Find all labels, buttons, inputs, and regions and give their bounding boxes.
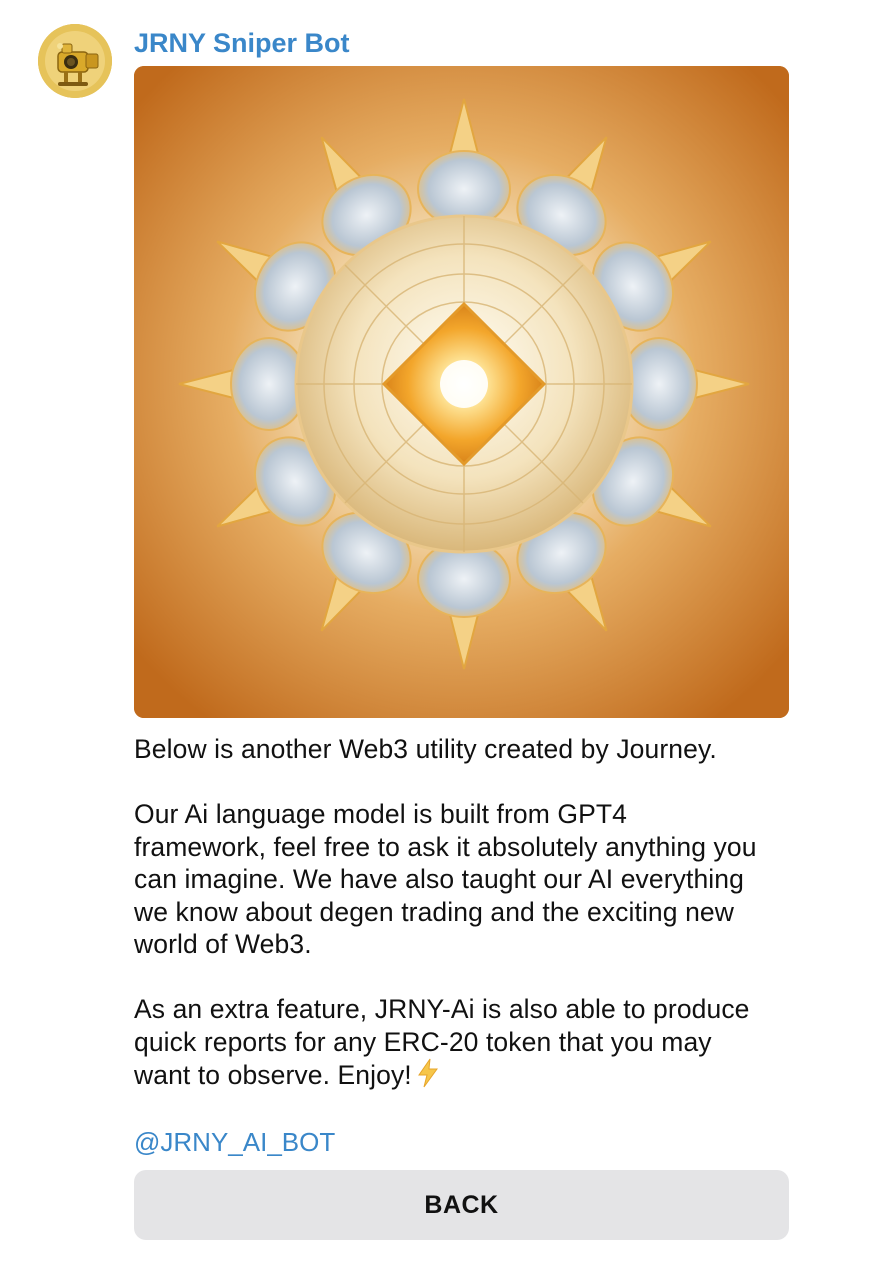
- message-line: we know about degen trading and the exci…: [134, 896, 734, 927]
- message-line-with-emoji: want to observe. Enjoy!: [134, 1058, 804, 1096]
- sender-name[interactable]: JRNY Sniper Bot: [134, 27, 350, 59]
- bot-avatar[interactable]: [38, 24, 112, 98]
- message-line: Our Ai language model is built from GPT4: [134, 799, 628, 829]
- message-line: want to observe. Enjoy!: [134, 1060, 412, 1090]
- message-line: As an extra feature, JRNY-Ai is also abl…: [134, 994, 750, 1024]
- telegram-message: JRNY Sniper Bot Below is another Web3 ut…: [0, 0, 877, 1280]
- message-text: Below is another Web3 utility created by…: [134, 733, 804, 1096]
- message-line: Below is another Web3 utility created by…: [134, 734, 717, 764]
- message-line: framework, feel free to ask it absolutel…: [134, 831, 757, 862]
- message-image[interactable]: [134, 66, 789, 718]
- message-line: can imagine. We have also taught our AI …: [134, 864, 744, 894]
- mandala-artwork: [134, 66, 789, 718]
- message-line: world of Web3.: [134, 929, 312, 959]
- message-line: quick reports for any ERC-20 token that …: [134, 1026, 712, 1057]
- bot-mention-link[interactable]: @JRNY_AI_BOT: [134, 1126, 335, 1158]
- camera-robot-icon: [38, 24, 112, 98]
- lightning-bolt-icon: [416, 1058, 440, 1096]
- back-button[interactable]: BACK: [134, 1170, 789, 1240]
